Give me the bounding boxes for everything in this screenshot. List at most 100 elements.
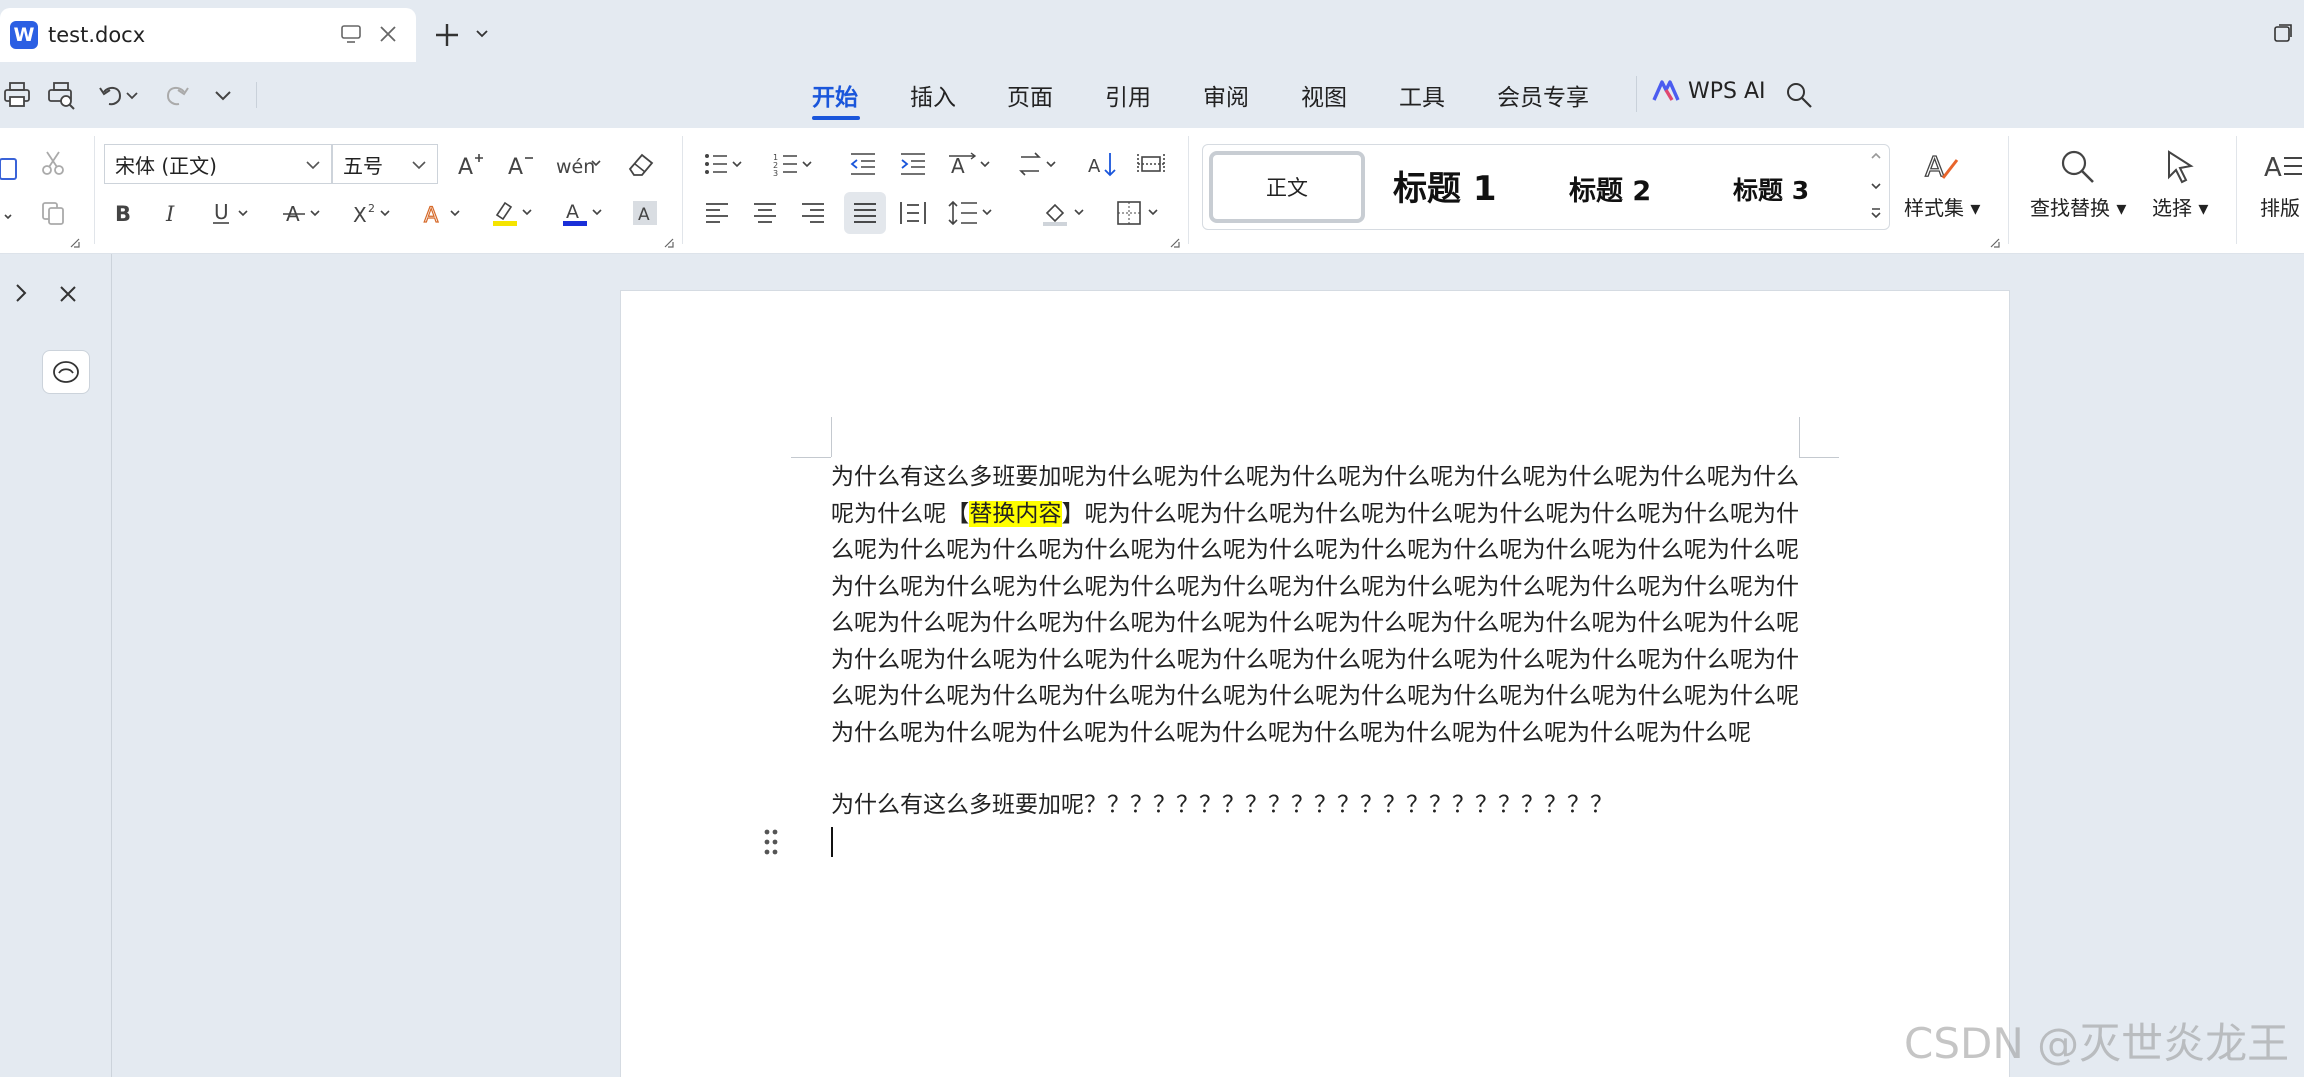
increase-font-size-icon[interactable]: A: [453, 147, 487, 181]
svg-text:2: 2: [368, 202, 375, 215]
print-icon[interactable]: [2, 80, 32, 110]
paragraph-dialog-expand-icon[interactable]: [1170, 238, 1180, 248]
font-dialog-expand-icon[interactable]: [664, 238, 674, 248]
undo-icon[interactable]: [96, 80, 126, 110]
decrease-indent-icon[interactable]: [846, 147, 880, 181]
underline-icon[interactable]: U: [208, 196, 258, 230]
paragraph-1[interactable]: 为什么有这么多班要加呢为什么呢为什么呢为什么呢为什么呢为什么呢为什么呢为什么呢为…: [831, 459, 1799, 751]
redo-icon[interactable]: [162, 80, 192, 110]
layout-button[interactable]: A 排版: [2260, 146, 2302, 221]
tab-review[interactable]: 审阅: [1203, 78, 1249, 112]
styles-dialog-expand-icon[interactable]: [1990, 238, 2000, 248]
phonetic-guide-icon[interactable]: wén: [553, 147, 603, 181]
numbered-list-icon[interactable]: 123: [772, 147, 822, 181]
character-spacing-icon[interactable]: A: [946, 147, 998, 181]
svg-text:A: A: [638, 205, 650, 225]
style-set-button[interactable]: A 样式集 ▾: [1904, 146, 1980, 221]
line-spacing-icon[interactable]: [946, 196, 1000, 230]
print-preview-icon[interactable]: [46, 80, 76, 110]
decrease-font-size-icon[interactable]: A: [503, 147, 537, 181]
character-shading-icon[interactable]: A: [628, 196, 662, 230]
expand-gallery-icon[interactable]: [1869, 207, 1883, 221]
tab-references[interactable]: 引用: [1105, 78, 1151, 112]
clipboard-expand-icon[interactable]: [70, 238, 80, 248]
chevron-up-icon[interactable]: [1869, 149, 1883, 163]
tab-tools[interactable]: 工具: [1399, 78, 1445, 112]
align-left-icon[interactable]: [700, 196, 734, 230]
show-paragraph-marks-icon[interactable]: [1134, 147, 1168, 181]
highlighted-placeholder[interactable]: 替换内容: [969, 500, 1062, 527]
new-tab-dropdown-icon[interactable]: [474, 26, 490, 42]
svg-text:wén: wén: [556, 156, 595, 178]
close-panel-icon[interactable]: [56, 282, 80, 306]
style-heading-2[interactable]: 标题 2: [1569, 169, 1651, 208]
cut-icon[interactable]: [36, 146, 70, 180]
font-name-select[interactable]: 宋体 (正文): [104, 144, 332, 184]
svg-text:U: U: [214, 200, 229, 224]
toolbar-divider: [256, 82, 257, 108]
copy-icon[interactable]: [36, 196, 70, 230]
svg-text:A: A: [951, 154, 965, 177]
style-heading-3[interactable]: 标题 3: [1733, 171, 1809, 207]
font-color-icon[interactable]: A: [560, 196, 610, 230]
menu-bar: 开始 插入 页面 引用 审阅 视图 工具 会员专享 WPS AI: [0, 62, 2304, 128]
clear-formatting-eraser-icon[interactable]: [624, 147, 658, 181]
bullet-list-icon[interactable]: [702, 147, 752, 181]
navigation-panel: [0, 254, 112, 1077]
sort-icon[interactable]: A: [1086, 147, 1120, 181]
paragraph-drag-handle-icon[interactable]: [761, 827, 781, 857]
style-normal[interactable]: 正文: [1209, 151, 1365, 223]
document-tab[interactable]: W test.docx: [0, 8, 416, 62]
bold-icon[interactable]: B: [106, 196, 140, 230]
align-center-icon[interactable]: [748, 196, 782, 230]
layout-icon: A: [2264, 153, 2302, 183]
tab-page[interactable]: 页面: [1007, 78, 1053, 112]
close-tab-icon[interactable]: [376, 22, 400, 46]
margin-corner-mark: [831, 417, 832, 457]
window-restore-icon[interactable]: [2272, 22, 2294, 44]
search-icon[interactable]: [1784, 80, 1814, 110]
panel-tool-button[interactable]: [42, 350, 90, 394]
undo-dropdown-icon[interactable]: [124, 80, 140, 110]
wps-ai-button[interactable]: WPS AI: [1652, 78, 1766, 104]
shading-bucket-icon[interactable]: [1040, 196, 1092, 230]
document-page[interactable]: 为什么有这么多班要加呢为什么呢为什么呢为什么呢为什么呢为什么呢为什么呢为什么呢为…: [620, 290, 2010, 1077]
text-effect-icon[interactable]: A: [420, 196, 470, 230]
paragraph-2[interactable]: 为什么有这么多班要加呢？？？？？？？？？？？？？？？？？？？？？？？: [831, 787, 1613, 823]
superscript-icon[interactable]: X2: [350, 196, 400, 230]
svg-text:A: A: [1088, 156, 1101, 177]
increase-indent-icon[interactable]: [896, 147, 930, 181]
select-cursor-icon: [2168, 150, 2194, 184]
svg-text:B: B: [115, 202, 131, 226]
justify-icon[interactable]: [844, 192, 886, 234]
strikethrough-icon[interactable]: A: [280, 196, 330, 230]
new-tab-plus-icon[interactable]: [432, 20, 462, 50]
tab-membership[interactable]: 会员专享: [1497, 78, 1589, 112]
paste-dropdown-icon[interactable]: [0, 200, 20, 234]
style-heading-1[interactable]: 标题 1: [1393, 161, 1497, 210]
paste-icon[interactable]: [0, 152, 24, 186]
borders-icon[interactable]: [1114, 196, 1166, 230]
font-size-select[interactable]: 五号: [332, 144, 438, 184]
chevron-right-icon[interactable]: [8, 280, 34, 306]
chevron-down-icon[interactable]: [1869, 179, 1883, 193]
monitor-icon[interactable]: [340, 24, 362, 44]
quick-access-more-icon[interactable]: [208, 80, 238, 110]
svg-text:A: A: [2264, 153, 2282, 183]
tab-home[interactable]: 开始: [812, 78, 858, 112]
italic-icon[interactable]: I: [156, 196, 190, 230]
highlight-color-icon[interactable]: [490, 196, 540, 230]
align-right-icon[interactable]: [796, 196, 830, 230]
svg-text:A: A: [458, 155, 473, 179]
svg-text:A: A: [566, 201, 579, 223]
svg-text:X: X: [353, 203, 367, 226]
find-replace-button[interactable]: 查找替换 ▾: [2030, 146, 2126, 221]
text-direction-icon[interactable]: [1016, 147, 1066, 181]
select-button[interactable]: 选择 ▾: [2152, 146, 2208, 221]
chevron-down-icon: [412, 161, 426, 170]
wps-ai-logo-icon: [1652, 80, 1680, 101]
tab-view[interactable]: 视图: [1301, 78, 1347, 112]
tab-insert[interactable]: 插入: [910, 78, 956, 112]
style-set-label: 样式集 ▾: [1904, 196, 1981, 220]
distributed-align-icon[interactable]: [896, 196, 930, 230]
